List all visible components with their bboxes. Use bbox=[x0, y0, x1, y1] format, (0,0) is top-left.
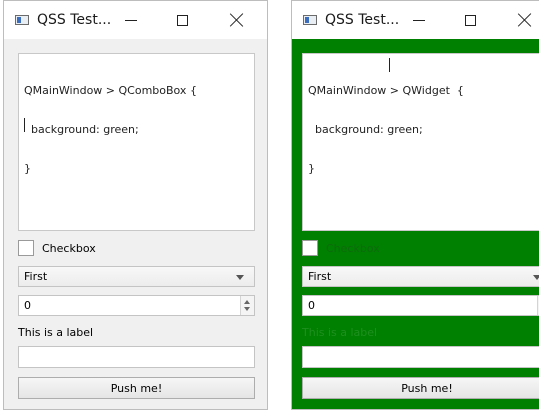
editor-line: QMainWindow > QWidget { bbox=[308, 84, 464, 97]
checkbox[interactable]: Checkbox bbox=[302, 239, 380, 257]
editor-line: background: green; bbox=[308, 123, 423, 136]
line-edit[interactable] bbox=[18, 346, 255, 368]
checkbox[interactable]: Checkbox bbox=[18, 239, 96, 257]
stylesheet-editor[interactable]: QMainWindow > QWidget { background: gree… bbox=[302, 53, 539, 231]
window-title: QSS Test... bbox=[325, 12, 400, 28]
editor-line: background: green; bbox=[24, 123, 139, 136]
push-button-label: Push me! bbox=[401, 381, 453, 395]
static-label: This is a label bbox=[302, 326, 378, 339]
close-icon bbox=[230, 13, 244, 27]
minimize-button[interactable] bbox=[396, 1, 442, 39]
close-button[interactable] bbox=[502, 1, 539, 39]
spin-value: 0 bbox=[308, 299, 315, 312]
window-client-area: QMainWindow > QComboBox { background: gr… bbox=[4, 39, 267, 409]
combo-value: First bbox=[24, 270, 48, 283]
spin-box[interactable]: 0 bbox=[302, 295, 539, 316]
combo-box[interactable]: First bbox=[302, 266, 539, 287]
stylesheet-editor[interactable]: QMainWindow > QComboBox { background: gr… bbox=[18, 53, 255, 231]
combo-box[interactable]: First bbox=[18, 266, 255, 287]
minimize-button[interactable] bbox=[108, 1, 154, 39]
checkbox-label: Checkbox bbox=[42, 241, 96, 255]
spin-value: 0 bbox=[24, 299, 31, 312]
editor-line: } bbox=[308, 162, 315, 175]
app-window-icon bbox=[15, 15, 29, 25]
editor-line: QMainWindow > QComboBox { bbox=[24, 84, 197, 97]
title-bar[interactable]: QSS Test... bbox=[292, 1, 539, 39]
spin-up-icon[interactable] bbox=[244, 300, 250, 304]
text-caret bbox=[389, 58, 390, 72]
text-caret bbox=[24, 118, 25, 132]
close-icon bbox=[518, 13, 532, 27]
dropdown-arrow-icon[interactable] bbox=[533, 275, 539, 280]
window-title: QSS Test... bbox=[37, 12, 112, 28]
checkbox-box[interactable] bbox=[18, 240, 34, 256]
window-client-area: QMainWindow > QWidget { background: gree… bbox=[292, 39, 539, 409]
combo-value: First bbox=[308, 270, 332, 283]
maximize-icon bbox=[464, 14, 476, 26]
app-window-icon bbox=[303, 15, 317, 25]
spin-box[interactable]: 0 bbox=[18, 295, 255, 316]
maximize-button[interactable] bbox=[159, 1, 205, 39]
push-button[interactable]: Push me! bbox=[302, 377, 539, 399]
qss-test-window-right: QSS Test... QMainWindow > QWidget { back… bbox=[291, 0, 539, 410]
minimize-icon bbox=[413, 19, 425, 21]
line-edit[interactable] bbox=[302, 346, 539, 368]
spin-down-icon[interactable] bbox=[244, 307, 250, 311]
checkbox-box[interactable] bbox=[302, 240, 318, 256]
maximize-icon bbox=[176, 14, 188, 26]
dropdown-arrow-icon[interactable] bbox=[236, 275, 244, 280]
minimize-icon bbox=[125, 19, 137, 21]
editor-line: } bbox=[24, 162, 31, 175]
push-button[interactable]: Push me! bbox=[18, 377, 255, 399]
close-button[interactable] bbox=[214, 1, 260, 39]
checkbox-label: Checkbox bbox=[326, 241, 380, 255]
qss-test-window-left: QSS Test... QMainWindow > QComboBox { ba… bbox=[3, 0, 268, 410]
title-bar[interactable]: QSS Test... bbox=[4, 1, 267, 39]
maximize-button[interactable] bbox=[447, 1, 493, 39]
static-label: This is a label bbox=[18, 326, 94, 339]
push-button-label: Push me! bbox=[110, 381, 163, 395]
spin-buttons[interactable] bbox=[240, 296, 254, 315]
